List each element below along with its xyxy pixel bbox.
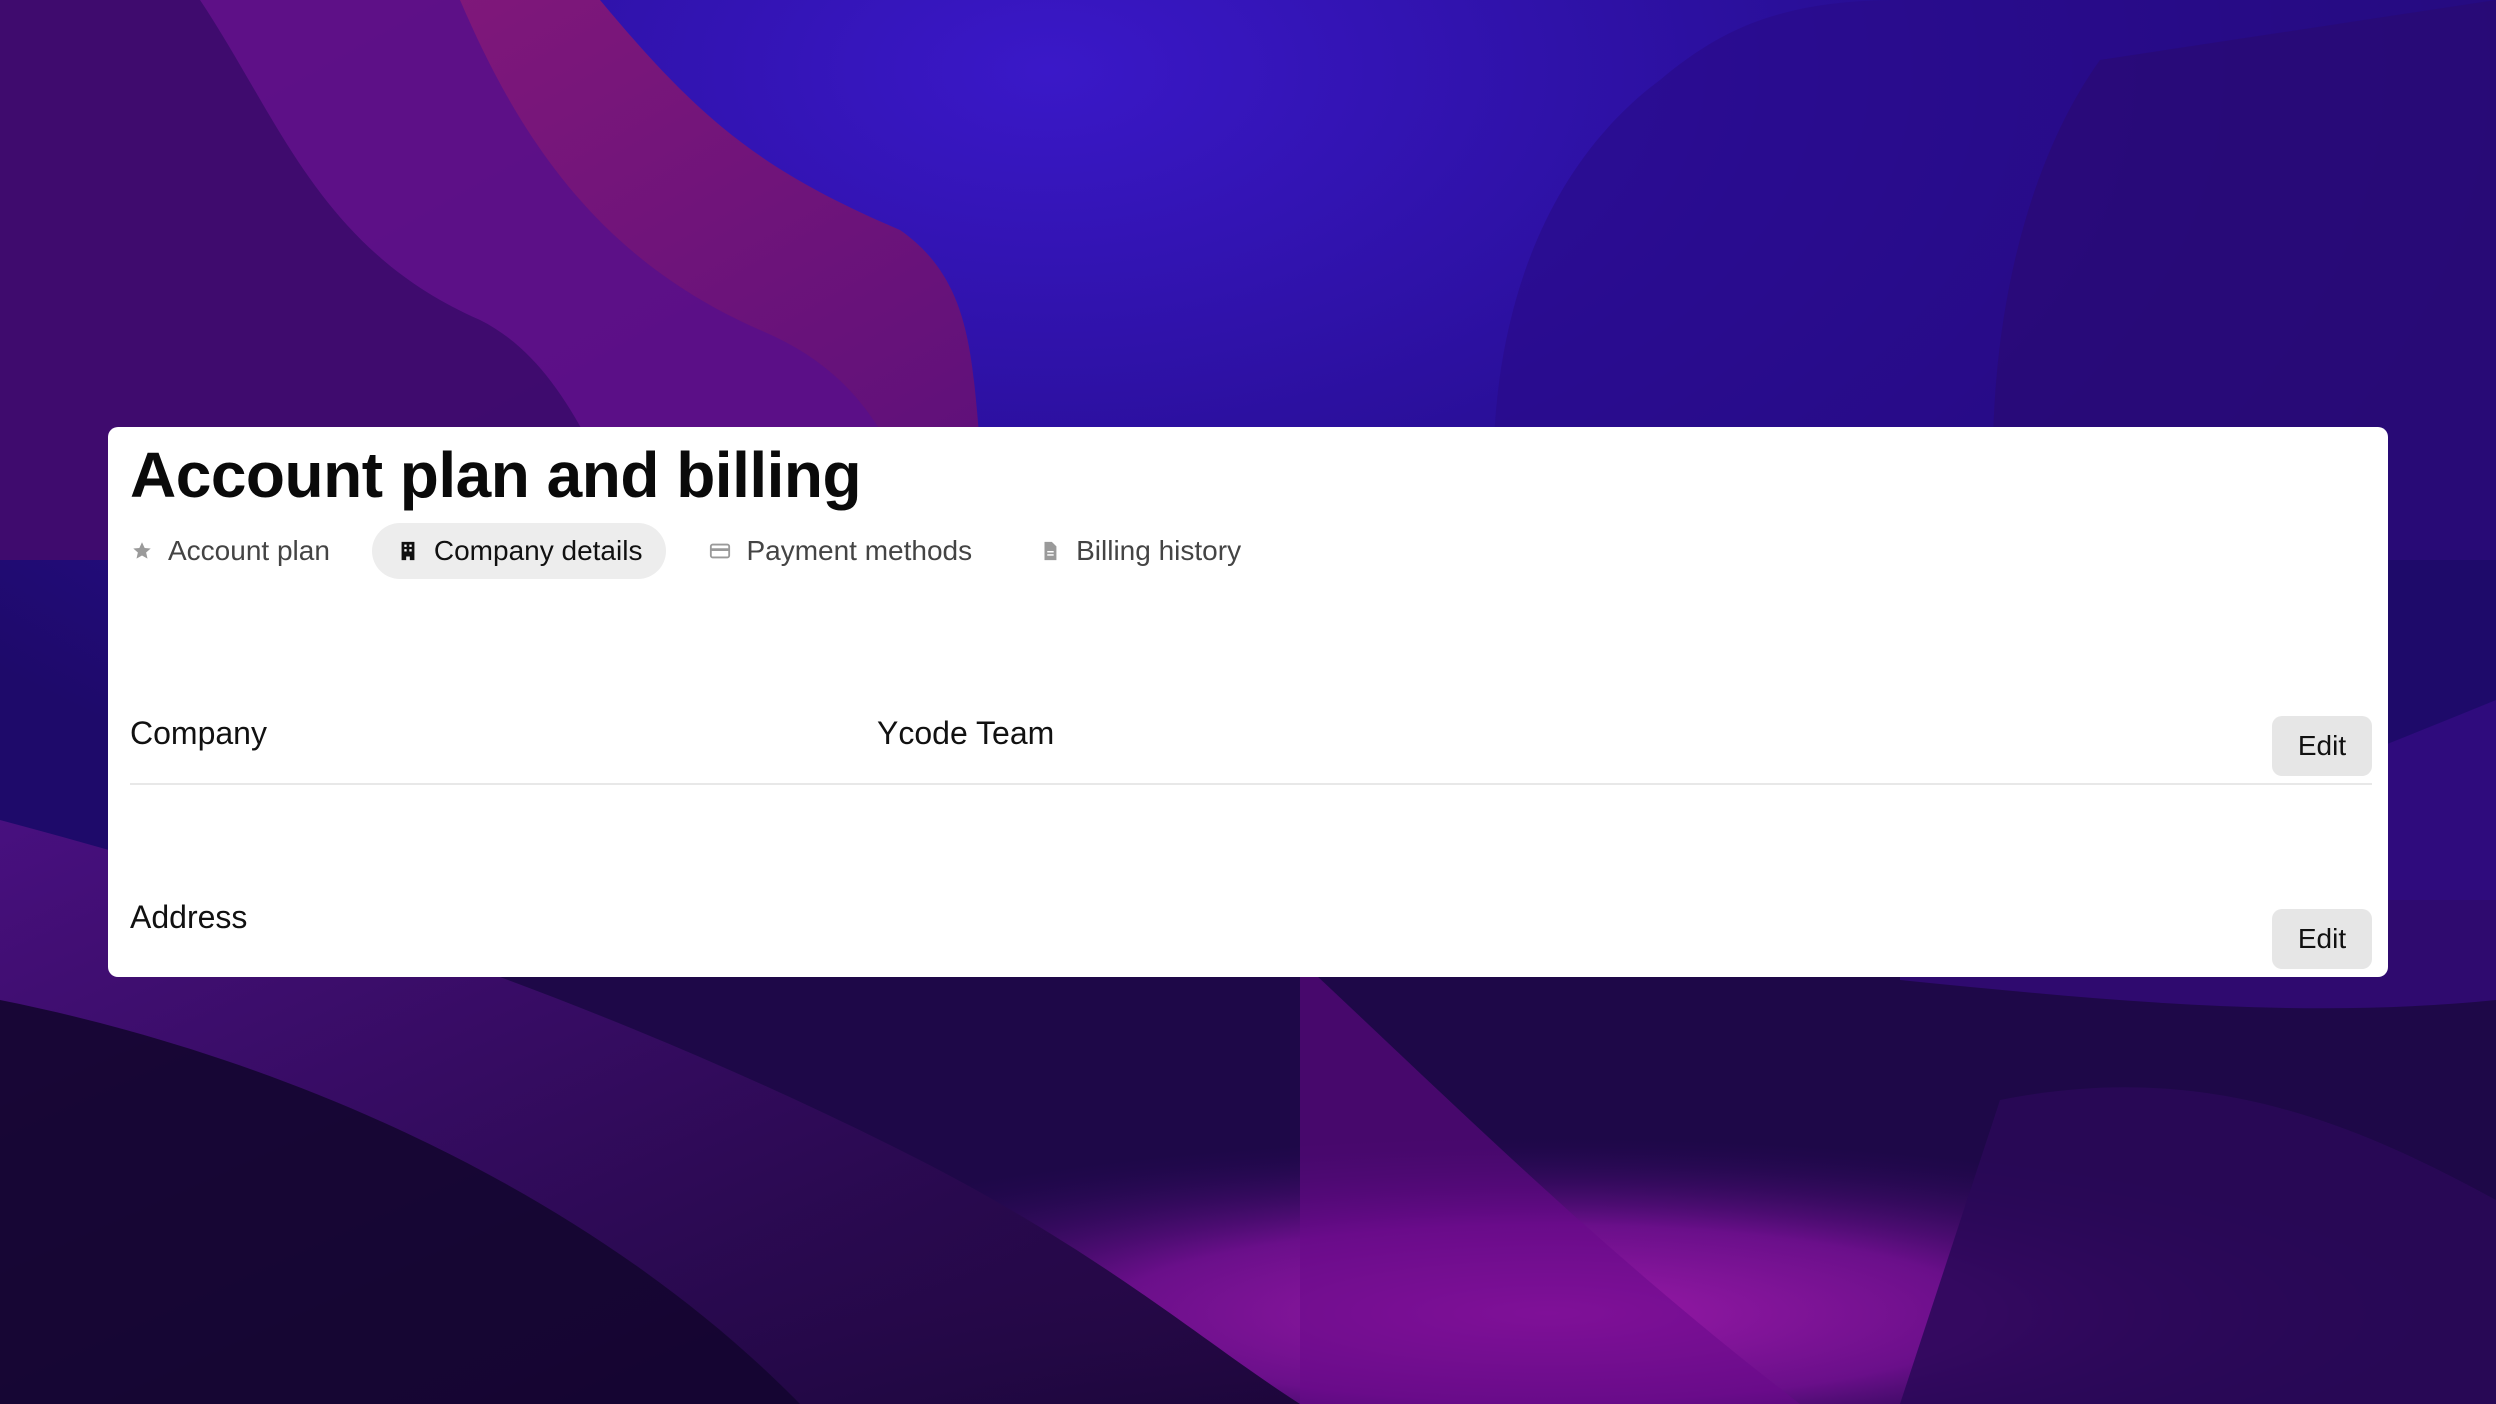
address-label: Address — [130, 899, 248, 935]
tab-label: Billing history — [1076, 535, 1242, 566]
credit-card-icon — [708, 539, 732, 563]
tab-account-plan[interactable]: Account plan — [130, 523, 354, 579]
tab-billing-history[interactable]: Billing history — [1014, 523, 1265, 579]
edit-company-button[interactable]: Edit — [2272, 716, 2372, 776]
building-icon — [396, 539, 420, 563]
company-label: Company — [130, 715, 267, 751]
tab-label: Company details — [433, 535, 643, 566]
tab-label: Payment methods — [746, 535, 973, 566]
company-value: Ycode Team — [877, 715, 1055, 751]
star-icon — [130, 539, 154, 563]
billing-panel: Account plan and billing Account plan Co… — [108, 427, 2388, 977]
edit-address-button[interactable]: Edit — [2272, 909, 2372, 969]
tab-company-details[interactable]: Company details — [371, 523, 667, 579]
tab-payment-methods[interactable]: Payment methods — [684, 523, 996, 579]
document-icon — [1038, 539, 1062, 563]
company-row: Company Ycode Team Edit — [130, 595, 2372, 785]
page-title: Account plan and billing — [130, 439, 862, 511]
billing-tabs: Account plan Company details Payment met… — [130, 523, 1283, 579]
tab-label: Account plan — [168, 535, 330, 566]
address-row: Address Edit — [130, 787, 2372, 977]
